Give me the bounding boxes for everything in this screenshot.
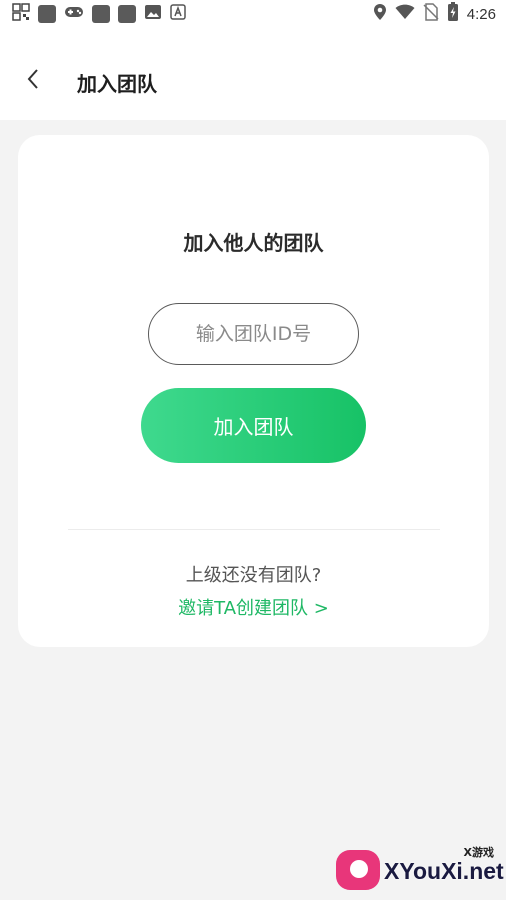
wifi-icon bbox=[395, 4, 415, 24]
join-team-card: 加入他人的团队 加入团队 上级还没有团队? 邀请TA创建团队 > bbox=[18, 135, 489, 647]
divider bbox=[68, 529, 440, 530]
battery-charging-icon bbox=[447, 2, 459, 26]
watermark: X游戏 XYouXi.net bbox=[336, 842, 504, 894]
status-bar: 4:26 bbox=[0, 0, 506, 28]
page-title: 加入团队 bbox=[77, 72, 157, 96]
status-time: 4:26 bbox=[466, 5, 496, 23]
watermark-logo-icon bbox=[336, 850, 380, 890]
no-sim-icon bbox=[423, 3, 439, 25]
app-icon bbox=[38, 5, 56, 23]
chevron-left-icon bbox=[25, 67, 41, 95]
image-icon bbox=[144, 3, 162, 25]
header: 加入团队 bbox=[0, 28, 506, 120]
location-icon bbox=[373, 3, 387, 25]
join-team-button[interactable]: 加入团队 bbox=[141, 388, 366, 463]
team-id-input[interactable] bbox=[148, 303, 359, 365]
status-right-icons: 4:26 bbox=[373, 2, 496, 26]
watermark-main: XYouXi.net bbox=[384, 858, 504, 884]
gamepad-icon bbox=[64, 3, 84, 25]
font-icon bbox=[170, 4, 186, 24]
qr-icon bbox=[12, 3, 30, 25]
app-icon bbox=[118, 5, 136, 23]
card-title: 加入他人的团队 bbox=[183, 231, 324, 255]
no-team-text: 上级还没有团队? bbox=[185, 565, 322, 586]
back-button[interactable] bbox=[16, 64, 50, 98]
invite-create-team-link[interactable]: 邀请TA创建团队 > bbox=[18, 594, 489, 620]
app-icon bbox=[92, 5, 110, 23]
status-left-icons bbox=[12, 3, 186, 25]
